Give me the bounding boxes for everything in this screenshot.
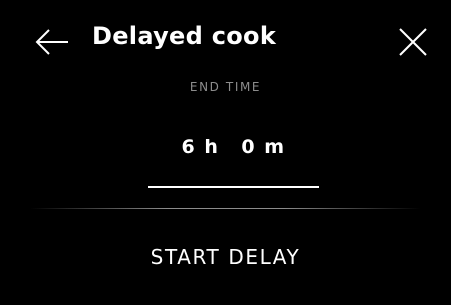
page-title: Delayed cook	[92, 22, 277, 50]
close-button[interactable]	[393, 24, 433, 60]
time-input-underline	[148, 186, 319, 188]
back-button[interactable]	[32, 24, 72, 60]
end-time-label: END TIME	[189, 80, 262, 94]
start-delay-button[interactable]: START DELAY	[60, 230, 391, 284]
minutes-value: 0 m	[241, 136, 286, 158]
hours-value: 6 h	[181, 136, 220, 158]
arrow-left-icon	[35, 29, 68, 55]
close-icon	[399, 28, 427, 56]
end-time-picker[interactable]: 6 h 0 m	[148, 130, 319, 164]
divider	[30, 208, 421, 209]
delayed-cook-screen: Delayed cook END TIME 6 h 0 m START DELA…	[0, 0, 451, 305]
